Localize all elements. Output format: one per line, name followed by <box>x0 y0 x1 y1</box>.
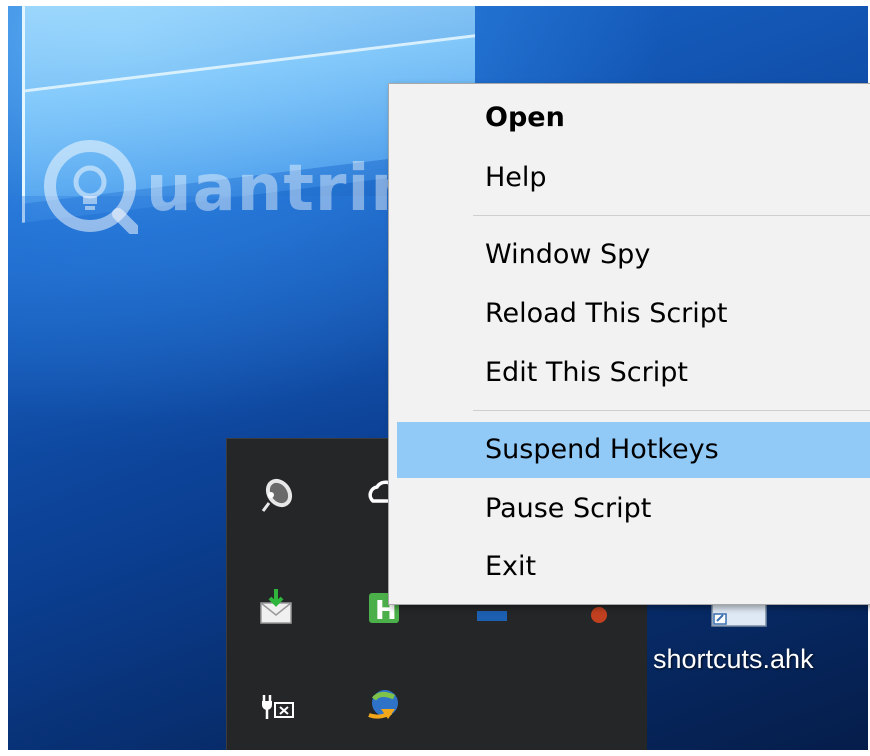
internet-download-manager-icon[interactable] <box>365 685 405 725</box>
menu-item-exit[interactable]: Exit <box>397 539 870 595</box>
screen: uantrimang H shortcuts.ahk Open Help Win… <box>0 0 870 756</box>
battery-plug-icon[interactable] <box>257 689 297 729</box>
menu-item-pause-script[interactable]: Pause Script <box>397 481 870 537</box>
mail-download-icon[interactable] <box>257 587 297 627</box>
ahk-file-icon[interactable] <box>708 602 772 628</box>
menu-separator <box>473 215 870 216</box>
menu-item-help[interactable]: Help <box>397 150 870 206</box>
menu-item-suspend-hotkeys[interactable]: Suspend Hotkeys <box>397 422 870 478</box>
desktop-file-label[interactable]: shortcuts.ahk <box>653 644 814 675</box>
menu-item-edit-script[interactable]: Edit This Script <box>397 345 870 401</box>
menu-item-reload-script[interactable]: Reload This Script <box>397 286 870 342</box>
menu-item-open[interactable]: Open <box>397 90 870 146</box>
menu-item-window-spy[interactable]: Window Spy <box>397 227 870 283</box>
menu-separator <box>473 410 870 411</box>
context-menu: Open Help Window Spy Reload This Script … <box>388 83 870 605</box>
satellite-dish-icon[interactable] <box>257 475 297 515</box>
wallpaper-window-pane <box>8 196 408 456</box>
